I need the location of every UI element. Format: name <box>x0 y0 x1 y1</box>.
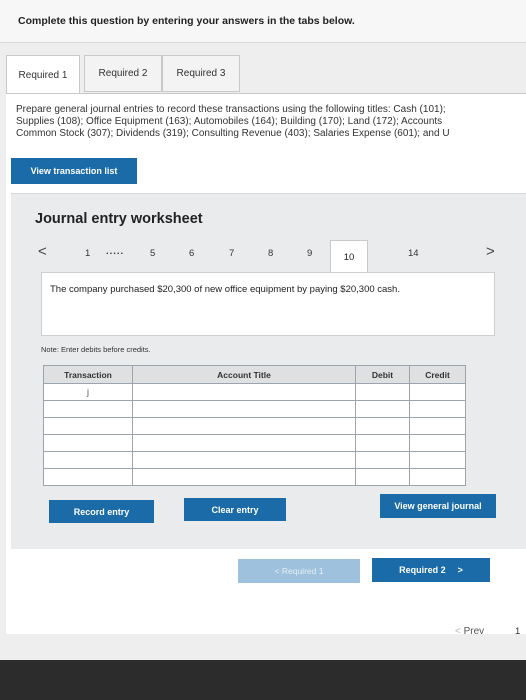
debit-input[interactable] <box>355 434 410 452</box>
view-general-journal-button[interactable]: View general journal <box>380 494 496 518</box>
account-title-input[interactable] <box>132 400 356 418</box>
table-header-row: Transaction Account Title Debit Credit <box>43 365 466 384</box>
table-row <box>43 468 466 486</box>
credit-input[interactable] <box>409 400 466 418</box>
debit-input[interactable] <box>355 417 410 435</box>
debit-credit-note: Note: Enter debits before credits. <box>41 345 151 354</box>
transaction-description-box <box>41 272 495 336</box>
chevron-left-icon: < <box>455 626 461 637</box>
next-required-button[interactable]: Required 2 > <box>372 558 490 582</box>
debit-input[interactable] <box>355 400 410 418</box>
page-link-5[interactable]: 5 <box>150 248 155 259</box>
question-instructions: Prepare general journal entries to recor… <box>16 104 450 139</box>
debit-header: Debit <box>355 365 410 384</box>
pager-next-arrow-icon[interactable]: > <box>486 243 495 260</box>
prev-label: Prev <box>463 626 485 637</box>
credit-input[interactable] <box>409 383 466 401</box>
page-link-14[interactable]: 14 <box>408 248 419 259</box>
view-transaction-list-button[interactable]: View transaction list <box>11 158 137 184</box>
pager-prev-arrow-icon[interactable]: < <box>38 243 47 260</box>
account-title-header: Account Title <box>132 365 356 384</box>
credit-input[interactable] <box>409 468 466 486</box>
transaction-cell[interactable] <box>43 468 133 486</box>
account-title-input[interactable] <box>132 434 356 452</box>
credit-header: Credit <box>409 365 466 384</box>
transaction-cell[interactable]: j <box>43 383 133 401</box>
transaction-cell[interactable] <box>43 451 133 469</box>
transaction-cell[interactable] <box>43 400 133 418</box>
table-row <box>43 434 466 452</box>
transaction-cell[interactable] <box>43 417 133 435</box>
page-link-8[interactable]: 8 <box>268 248 273 259</box>
credit-input[interactable] <box>409 434 466 452</box>
clear-entry-button[interactable]: Clear entry <box>184 498 286 521</box>
debit-input[interactable] <box>355 468 410 486</box>
table-row <box>43 451 466 469</box>
debit-input[interactable] <box>355 383 410 401</box>
transaction-value: j <box>87 387 89 397</box>
bottom-bar <box>0 660 526 700</box>
page-link-6[interactable]: 6 <box>189 248 194 259</box>
credit-input[interactable] <box>409 417 466 435</box>
account-title-input[interactable] <box>132 451 356 469</box>
account-title-input[interactable] <box>132 417 356 435</box>
table-row <box>43 417 466 435</box>
page-link-10-active[interactable]: 10 <box>330 240 368 273</box>
debit-input[interactable] <box>355 451 410 469</box>
next-required-label: Required 2 <box>399 565 446 575</box>
table-row <box>43 400 466 418</box>
instruction-text: Complete this question by entering your … <box>18 15 355 27</box>
tab-required-3[interactable]: Required 3 <box>162 55 240 92</box>
record-entry-button[interactable]: Record entry <box>49 500 154 523</box>
tab-required-2[interactable]: Required 2 <box>84 55 162 92</box>
page-number: 1 <box>515 626 521 637</box>
table-row: j <box>43 383 466 401</box>
credit-input[interactable] <box>409 451 466 469</box>
page-ellipsis: ..... <box>106 246 125 257</box>
account-title-input[interactable] <box>132 383 356 401</box>
tab-required-1[interactable]: Required 1 <box>6 55 80 94</box>
page-link-7[interactable]: 7 <box>229 248 234 259</box>
account-title-input[interactable] <box>132 468 356 486</box>
worksheet-title: Journal entry worksheet <box>35 211 203 227</box>
page-link-9[interactable]: 9 <box>307 248 312 259</box>
journal-entry-table: Transaction Account Title Debit Credit j <box>43 365 466 486</box>
previous-required-button[interactable]: < Required 1 <box>238 559 360 583</box>
transaction-description: The company purchased $20,300 of new off… <box>50 284 400 295</box>
chevron-right-icon: > <box>457 565 463 575</box>
transaction-header: Transaction <box>43 365 133 384</box>
prev-page-link[interactable]: < Prev <box>455 626 484 637</box>
page-link-1[interactable]: 1 <box>85 248 90 259</box>
transaction-cell[interactable] <box>43 434 133 452</box>
